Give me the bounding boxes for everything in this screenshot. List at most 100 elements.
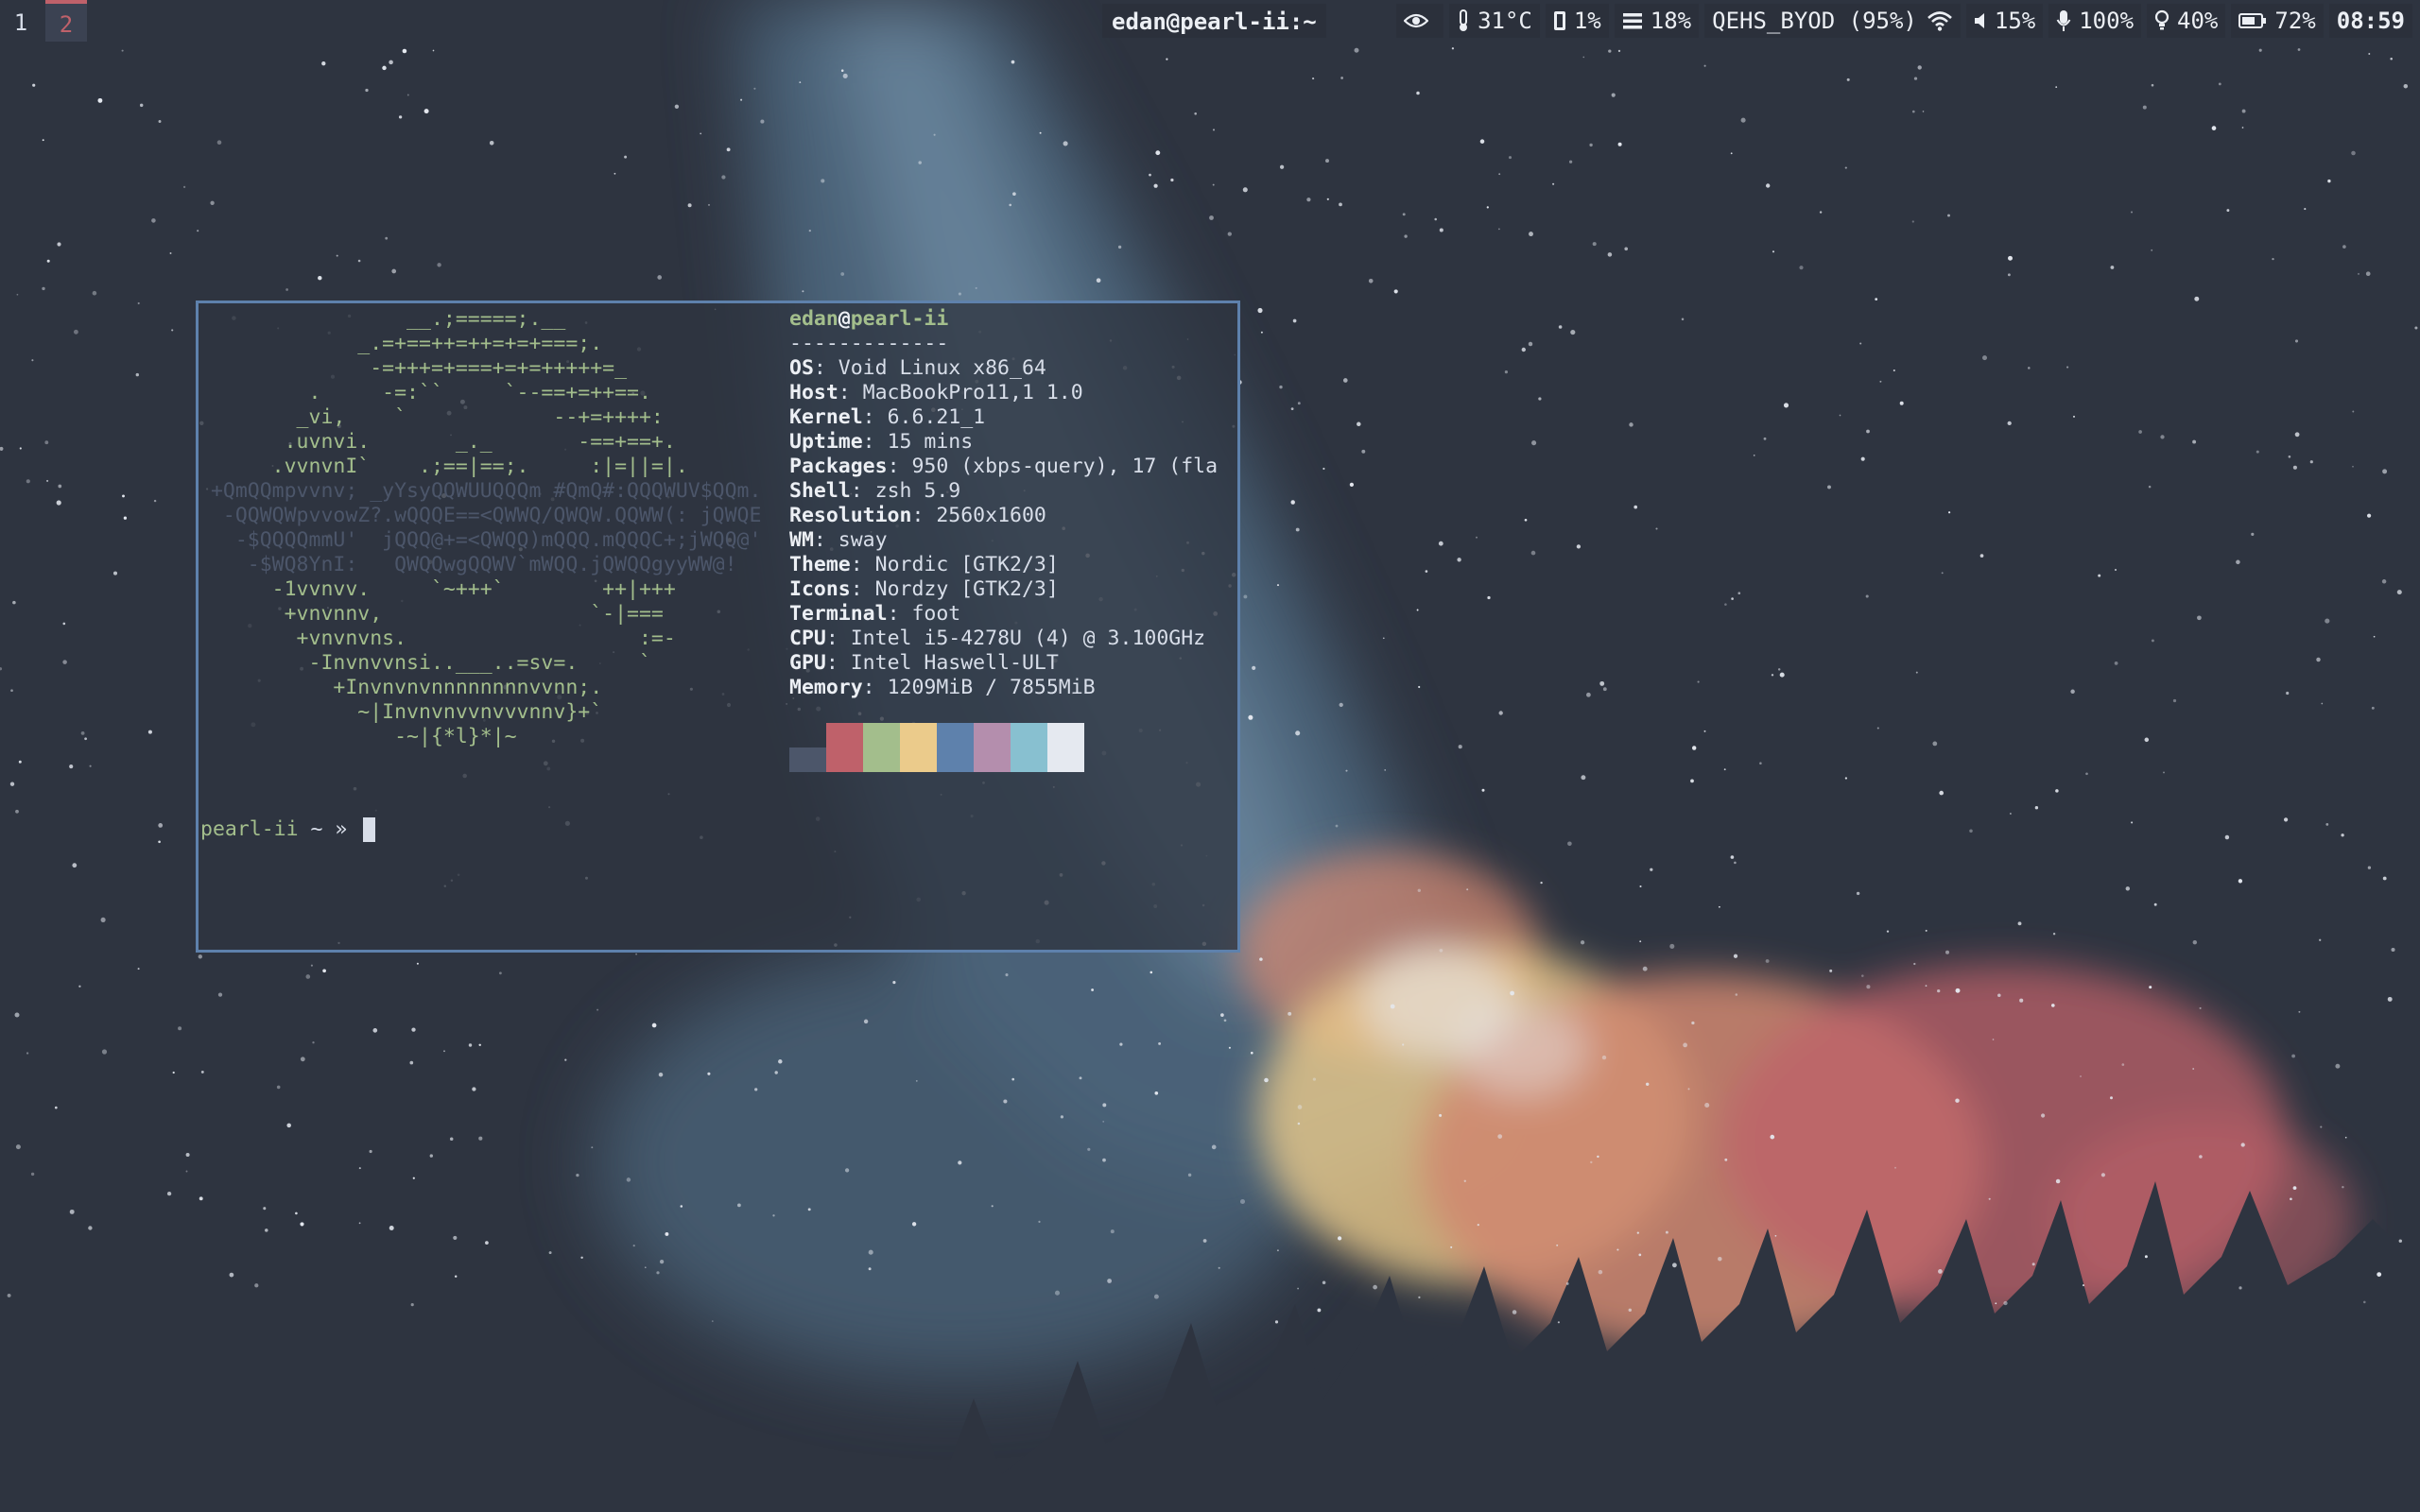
fetch-row: Theme: Nordic [GTK2/3]: [789, 553, 1234, 577]
temperature-value: 31°C: [1478, 8, 1532, 34]
fetch-key: OS: [789, 356, 814, 380]
palette-swatch: [789, 747, 826, 772]
logo-line: -1vvnvv. `~+++` ++|+++: [199, 577, 676, 601]
text-cursor: [363, 817, 376, 842]
cpu-icon: [1553, 11, 1565, 30]
fetch-colon: :: [862, 405, 888, 429]
fetch-key: Terminal: [789, 602, 888, 626]
shell-prompt[interactable]: pearl-ii ~ »: [200, 817, 376, 842]
logo-line: -$QQQQmmU' jQQQ@+=<QWQQ)mQQQ.mQQQC+;jWQQ…: [199, 528, 762, 552]
fetch-host: pearl-ii: [850, 307, 949, 331]
microphone-block[interactable]: 100%: [2048, 4, 2142, 38]
prompt-host: pearl-ii: [200, 817, 299, 841]
prompt-path: ~ »: [298, 817, 360, 841]
battery-block[interactable]: 72%: [2231, 4, 2324, 38]
fetch-row: Memory: 1209MiB / 7855MiB: [789, 676, 1234, 700]
microphone-icon: [2056, 10, 2071, 31]
fetch-value: 2560x1600: [936, 504, 1046, 527]
volume-block[interactable]: 15%: [1965, 4, 2044, 38]
fetch-row: Icons: Nordzy [GTK2/3]: [789, 577, 1234, 602]
fetch-value: Nordzy [GTK2/3]: [874, 577, 1059, 601]
fetch-colon: :: [850, 577, 875, 601]
palette-swatch: [900, 723, 937, 772]
cpu-value: 1%: [1573, 8, 1601, 34]
clock-time: 08:59: [2336, 8, 2405, 34]
speaker-icon: [1974, 13, 1984, 28]
fetch-rows: OS: Void Linux x86_64 Host: MacBookPro11,…: [789, 356, 1234, 700]
fetch-value: Void Linux x86_64: [838, 356, 1046, 380]
void-linux-ascii-logo: __.;=====;.__ _.=+==++=++=+=+===;. -=+++…: [199, 307, 762, 749]
fetch-colon: :: [862, 676, 888, 699]
fetch-colon: :: [850, 553, 875, 576]
memory-icon: [1622, 13, 1642, 29]
top-bar: 1 2 edan@pearl-ii:~ 31°C 1% 18% QEHS_BYO…: [0, 0, 2420, 42]
logo-line: +vnvnvns. :=-: [199, 627, 676, 650]
workspace-2-button[interactable]: 2: [45, 0, 87, 42]
wifi-icon: [1927, 11, 1952, 31]
fetch-key: Icons: [789, 577, 851, 601]
fetch-row: CPU: Intel i5-4278U (4) @ 3.100GHz: [789, 627, 1234, 651]
idle-inhibitor-block[interactable]: [1396, 4, 1444, 38]
palette-swatch: [974, 723, 1011, 772]
temperature-block[interactable]: 31°C: [1449, 4, 1540, 38]
brightness-value: 40%: [2177, 8, 2219, 34]
microphone-value: 100%: [2079, 8, 2135, 34]
logo-line: +vnvnnv, `-|===: [199, 602, 664, 626]
logo-line: +QmQQmpvvnv; _yYsyQQWUUQQQm #QmQ#:QQQWUV…: [199, 479, 762, 503]
fetch-at-sign: @: [838, 307, 851, 331]
brightness-block[interactable]: 40%: [2147, 4, 2226, 38]
logo-line: . -=:`` `--==+=++==.: [199, 381, 651, 404]
status-area: 31°C 1% 18% QEHS_BYOD (95%) 15% 100% 40%…: [1391, 4, 2412, 38]
fetch-key: Memory: [789, 676, 863, 699]
memory-block[interactable]: 18%: [1614, 4, 1700, 38]
fetch-key: CPU: [789, 627, 826, 650]
fetch-row: Host: MacBookPro11,1 1.0: [789, 381, 1234, 405]
fetch-colon: :: [825, 627, 851, 650]
logo-line: -Invnvvnsi..___..=sv=. `: [199, 651, 651, 675]
fetch-value: 6.6.21_1: [887, 405, 986, 429]
logo-line: ~|Invnvnvvnvvvnnv}+`: [199, 700, 603, 724]
logo-line: +Invnvnvnnnnnnnnvvnn;.: [199, 676, 603, 699]
fetch-colon: :: [887, 602, 912, 626]
volume-value: 15%: [1994, 8, 2036, 34]
fetch-value: Intel Haswell-ULT: [850, 651, 1059, 675]
clock-block[interactable]: 08:59: [2328, 4, 2412, 38]
logo-line: -=+++=+===+=+=+++++=_: [199, 356, 628, 380]
fetch-key: Kernel: [789, 405, 863, 429]
desktop: 1 2 edan@pearl-ii:~ 31°C 1% 18% QEHS_BYO…: [0, 0, 2420, 1512]
fetch-value: MacBookPro11,1 1.0: [862, 381, 1083, 404]
palette-swatch: [937, 723, 974, 772]
terminal-window[interactable]: __.;=====;.__ _.=+==++=++=+=+===;. -=+++…: [196, 301, 1240, 953]
logo-line: -~|{*l}*|~: [199, 725, 517, 748]
fetch-key: Uptime: [789, 430, 863, 454]
fetch-value: Intel i5-4278U (4) @ 3.100GHz: [850, 627, 1206, 650]
fetch-colon: :: [813, 356, 838, 380]
fetch-colon: :: [825, 651, 851, 675]
fetch-row: Uptime: 15 mins: [789, 430, 1234, 455]
fetch-colon: :: [887, 455, 912, 478]
wifi-ssid: QEHS_BYOD (95%): [1712, 8, 1917, 34]
battery-icon: [2238, 13, 2267, 28]
cpu-block[interactable]: 1%: [1545, 4, 1609, 38]
battery-value: 72%: [2274, 8, 2316, 34]
bulb-icon: [2154, 9, 2169, 30]
fetch-row: OS: Void Linux x86_64: [789, 356, 1234, 381]
fetch-value: zsh 5.9: [874, 479, 961, 503]
logo-line: .uvnvi. _._ -==+==+.: [199, 430, 676, 454]
fetch-colon: :: [813, 528, 838, 552]
logo-line: .vvnvnI` .;==|==;. :|=||=|.: [199, 455, 688, 478]
network-block[interactable]: QEHS_BYOD (95%): [1704, 4, 1961, 38]
fetch-key: Resolution: [789, 504, 912, 527]
fetch-row: Kernel: 6.6.21_1: [789, 405, 1234, 430]
thermometer-icon: [1460, 9, 1468, 31]
fetch-value: Nordic [GTK2/3]: [874, 553, 1059, 576]
fetch-key: WM: [789, 528, 814, 552]
workspace-1-button[interactable]: 1: [0, 0, 42, 42]
fetch-colon: :: [838, 381, 863, 404]
eye-icon: [1404, 13, 1429, 28]
fetch-colon: :: [850, 479, 875, 503]
logo-line: _.=+==++=++=+=+===;.: [199, 332, 603, 355]
palette-swatch: [863, 723, 900, 772]
fetch-user: edan: [789, 307, 838, 331]
fetch-separator: -------------: [789, 332, 949, 355]
